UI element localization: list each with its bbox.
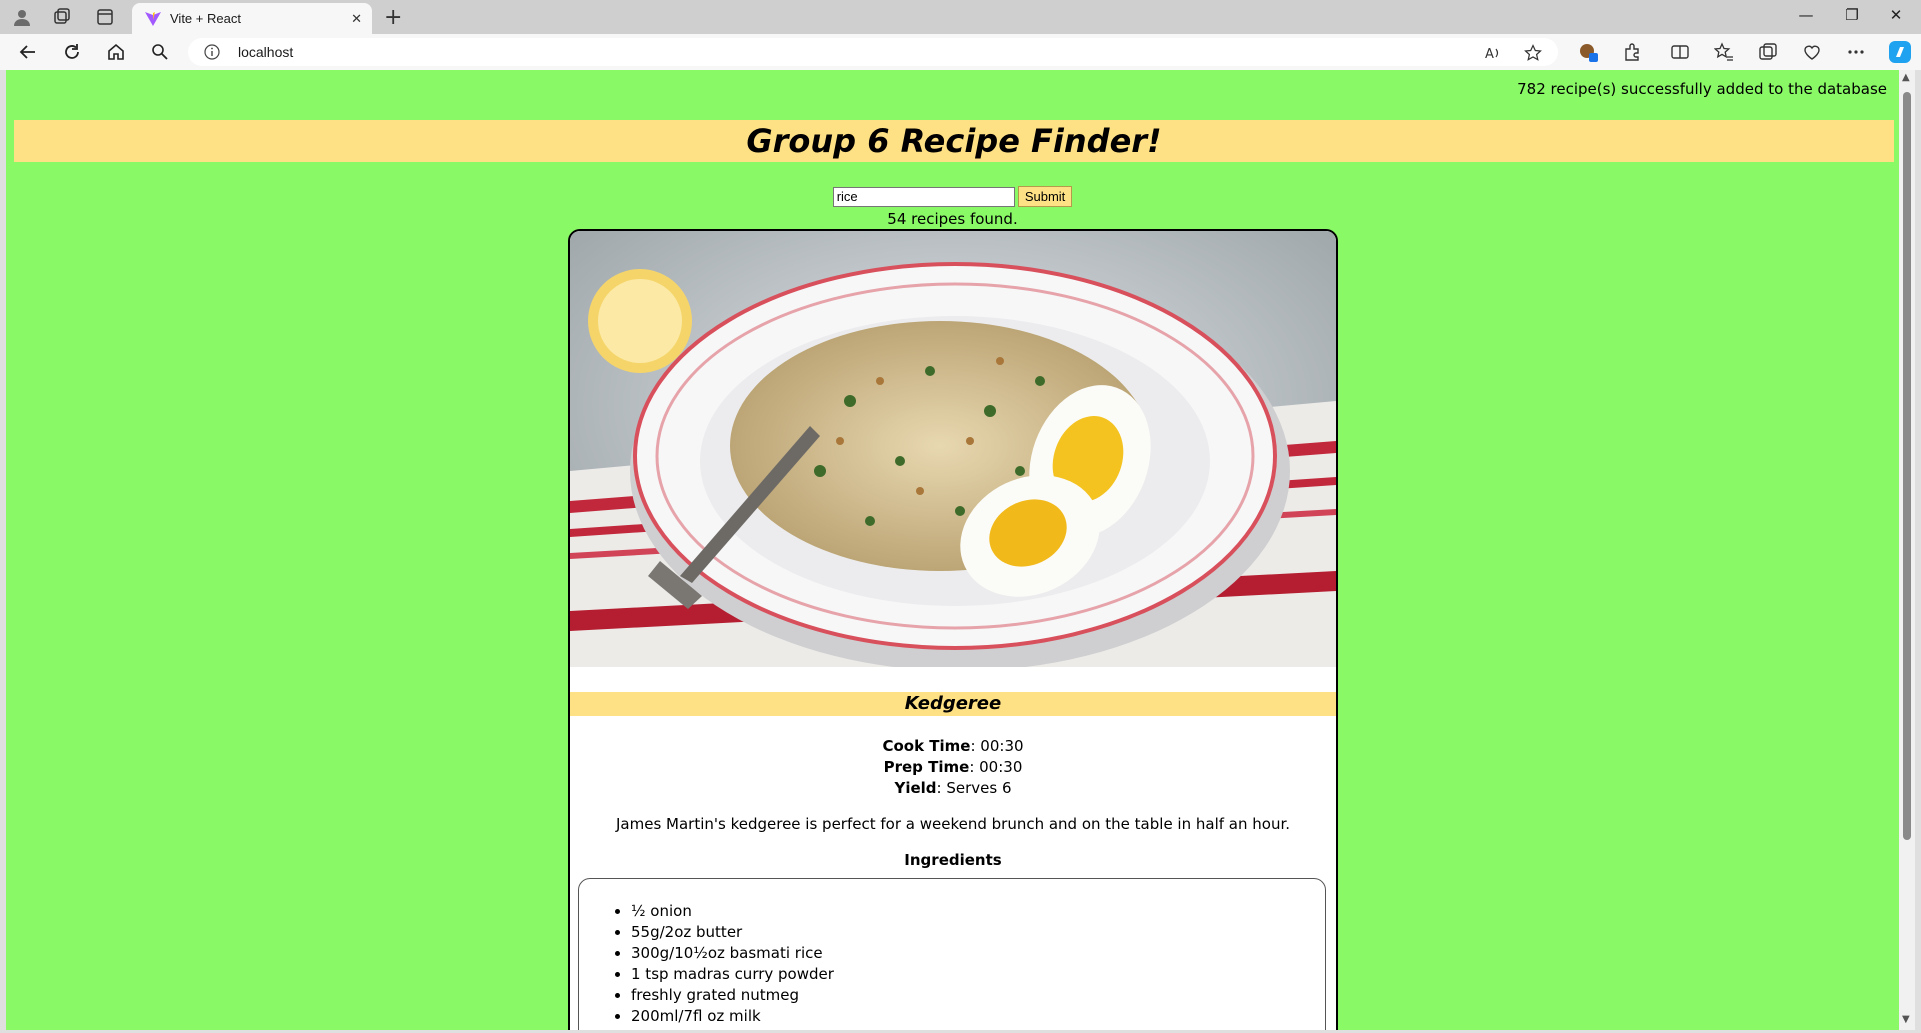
ingredient-item: 1 tsp madras curry powder	[631, 964, 834, 985]
search-icon[interactable]	[150, 42, 170, 62]
recipe-name-bar: Kedgeree	[570, 692, 1336, 716]
recipe-meta: Cook Time: 00:30 Prep Time: 00:30 Yield:…	[570, 736, 1336, 799]
page-title: Group 6 Recipe Finder!	[746, 122, 1162, 160]
recipe-card: Kedgeree Cook Time: 00:30 Prep Time: 00:…	[568, 229, 1338, 1030]
ingredient-item: 300g/10½oz basmati rice	[631, 943, 834, 964]
page-scrollbar[interactable]: ▲ ▼	[1899, 70, 1915, 1030]
vite-logo-icon	[145, 12, 161, 26]
ingredients-heading: Ingredients	[904, 851, 1002, 869]
submit-button[interactable]: Submit	[1017, 186, 1073, 207]
new-tab-button[interactable]: +	[384, 5, 402, 30]
site-info-icon[interactable]	[204, 44, 220, 60]
close-window-button[interactable]: ✕	[1876, 6, 1916, 24]
scroll-down-icon[interactable]: ▼	[1902, 1014, 1910, 1025]
more-options-icon[interactable]	[1846, 42, 1866, 62]
split-screen-icon[interactable]	[1670, 42, 1690, 62]
favorite-star-icon[interactable]	[1524, 44, 1542, 62]
browser-toolbar: localhost A	[0, 34, 1921, 70]
ingredient-item: freshly grated nutmeg	[631, 985, 834, 1006]
ingredients-list: ½ onion 55g/2oz butter 300g/10½oz basmat…	[579, 901, 834, 1027]
prep-time-value: 00:30	[979, 758, 1023, 776]
favorites-icon[interactable]	[1714, 42, 1734, 62]
cook-time-value: 00:30	[980, 737, 1024, 755]
search-form: Submit	[6, 186, 1899, 207]
tab-actions-icon[interactable]	[95, 7, 115, 27]
prep-time-row: Prep Time: 00:30	[883, 758, 1023, 776]
recipe-image	[570, 231, 1336, 667]
scroll-thumb[interactable]	[1903, 92, 1911, 840]
page-viewport: 782 recipe(s) successfully added to the …	[6, 70, 1899, 1030]
tab-vite-react[interactable]: Vite + React ✕	[132, 3, 372, 34]
tab-title: Vite + React	[170, 11, 241, 26]
tab-strip: Vite + React ✕ + — ❐ ✕	[0, 0, 1921, 34]
yield-label: Yield	[894, 779, 937, 797]
recipe-name: Kedgeree	[904, 693, 1002, 714]
status-message: 782 recipe(s) successfully added to the …	[1517, 80, 1887, 98]
svg-text:A: A	[1485, 47, 1494, 62]
restore-button[interactable]: ❐	[1832, 6, 1872, 24]
refresh-icon[interactable]	[62, 42, 82, 62]
recipe-description: James Martin's kedgeree is perfect for a…	[615, 815, 1291, 833]
url-text[interactable]: localhost	[238, 44, 293, 60]
yield-row: Yield: Serves 6	[894, 779, 1012, 797]
extensions-puzzle-icon[interactable]	[1622, 42, 1642, 62]
extension-cookie-icon[interactable]	[1578, 42, 1598, 62]
header-bar: Group 6 Recipe Finder!	[14, 120, 1894, 162]
ingredient-item: ½ onion	[631, 901, 834, 922]
browser-essentials-icon[interactable]	[1802, 42, 1822, 62]
ingredients-box: ½ onion 55g/2oz butter 300g/10½oz basmat…	[578, 878, 1326, 1030]
profile-icon[interactable]	[12, 7, 32, 27]
address-bar[interactable]: localhost A	[188, 38, 1558, 66]
ingredient-item: 55g/2oz butter	[631, 922, 834, 943]
collections-icon[interactable]	[1758, 42, 1778, 62]
results-count: 54 recipes found.	[887, 210, 1018, 228]
cook-time-label: Cook Time	[882, 737, 971, 755]
prep-time-label: Prep Time	[883, 758, 970, 776]
copilot-icon[interactable]	[1888, 40, 1912, 64]
tab-close-icon[interactable]: ✕	[351, 12, 362, 27]
yield-value: Serves 6	[946, 779, 1012, 797]
scroll-up-icon[interactable]: ▲	[1902, 72, 1910, 83]
search-input[interactable]	[832, 186, 1015, 207]
workspaces-icon[interactable]	[52, 7, 72, 27]
minimize-button[interactable]: —	[1786, 6, 1826, 24]
back-icon[interactable]	[18, 42, 38, 62]
home-icon[interactable]	[106, 42, 126, 62]
cook-time-row: Cook Time: 00:30	[882, 737, 1024, 755]
ingredient-item: 200ml/7fl oz milk	[631, 1006, 834, 1027]
read-aloud-icon[interactable]: A	[1484, 44, 1502, 62]
